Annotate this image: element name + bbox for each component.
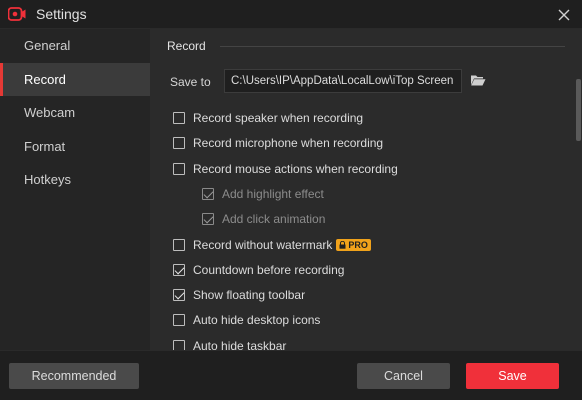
sidebar-item-record[interactable]: Record [0, 62, 150, 96]
window-title: Settings [36, 6, 87, 22]
option-label: Add highlight effect [222, 186, 324, 201]
option-row[interactable]: Show floating toolbar [173, 286, 305, 304]
option-label: Record mouse actions when recording [193, 161, 398, 176]
option-label: Countdown before recording [193, 262, 345, 277]
save-to-label: Save to [170, 75, 211, 89]
record-settings-panel: Record Save to C:\Users\IP\AppData\Local… [150, 29, 582, 350]
section-title: Record [167, 39, 206, 53]
close-icon [558, 9, 570, 20]
option-checkbox[interactable] [202, 213, 214, 226]
sidebar-item-format[interactable]: Format [0, 130, 150, 164]
option-row[interactable]: Auto hide taskbar [173, 337, 286, 350]
folder-open-icon[interactable] [470, 73, 486, 87]
section-divider [220, 46, 565, 47]
option-label: Add click animation [222, 212, 326, 227]
lock-icon [339, 240, 346, 249]
scrollbar[interactable] [575, 29, 582, 350]
sidebar-item-general[interactable]: General [0, 29, 150, 63]
option-label: Record microphone when recording [193, 136, 384, 151]
option-label: Show floating toolbar [193, 288, 306, 303]
option-label: Record without watermark [193, 237, 333, 252]
option-row[interactable]: Add click animation [202, 210, 325, 228]
save-button[interactable]: Save [466, 363, 559, 389]
option-checkbox[interactable] [173, 263, 185, 276]
option-checkbox[interactable] [173, 112, 185, 124]
settings-sidebar: General Record Webcam Format Hotkeys [0, 29, 150, 350]
option-label: Record speaker when recording [193, 111, 364, 125]
option-checkbox[interactable] [173, 162, 185, 175]
option-row[interactable]: Record without watermark PRO [173, 236, 371, 254]
pro-badge: PRO [336, 238, 371, 251]
cancel-button[interactable]: Cancel [357, 363, 450, 389]
option-row[interactable]: Countdown before recording [173, 261, 344, 279]
itop-record-icon [8, 7, 26, 21]
save-path-field[interactable]: C:\Users\IP\AppData\LocalLow\iTop Screen [224, 69, 462, 93]
option-checkbox[interactable] [173, 137, 185, 150]
footer-bar: Recommended Cancel Save [0, 350, 582, 400]
option-checkbox[interactable] [173, 339, 185, 350]
option-checkbox[interactable] [173, 314, 185, 327]
option-row[interactable]: Record speaker when recording [173, 109, 363, 127]
sidebar-item-hotkeys[interactable]: Hotkeys [0, 163, 150, 197]
option-checkbox[interactable] [202, 187, 214, 200]
sidebar-item-webcam[interactable]: Webcam [0, 96, 150, 130]
title-bar: Settings [0, 0, 582, 29]
recommended-button[interactable]: Recommended [9, 363, 139, 389]
option-label: Auto hide taskbar [193, 338, 287, 350]
option-row[interactable]: Add highlight effect [202, 185, 324, 203]
pro-badge-text: PRO [348, 239, 368, 250]
scrollbar-thumb[interactable] [576, 79, 581, 141]
option-row[interactable]: Record microphone when recording [173, 134, 383, 152]
option-label: Auto hide desktop icons [193, 313, 321, 328]
option-checkbox[interactable] [173, 238, 185, 251]
close-button[interactable] [546, 0, 582, 29]
option-checkbox[interactable] [173, 289, 185, 302]
option-row[interactable]: Auto hide desktop icons [173, 311, 320, 329]
option-row[interactable]: Record mouse actions when recording [173, 160, 398, 178]
